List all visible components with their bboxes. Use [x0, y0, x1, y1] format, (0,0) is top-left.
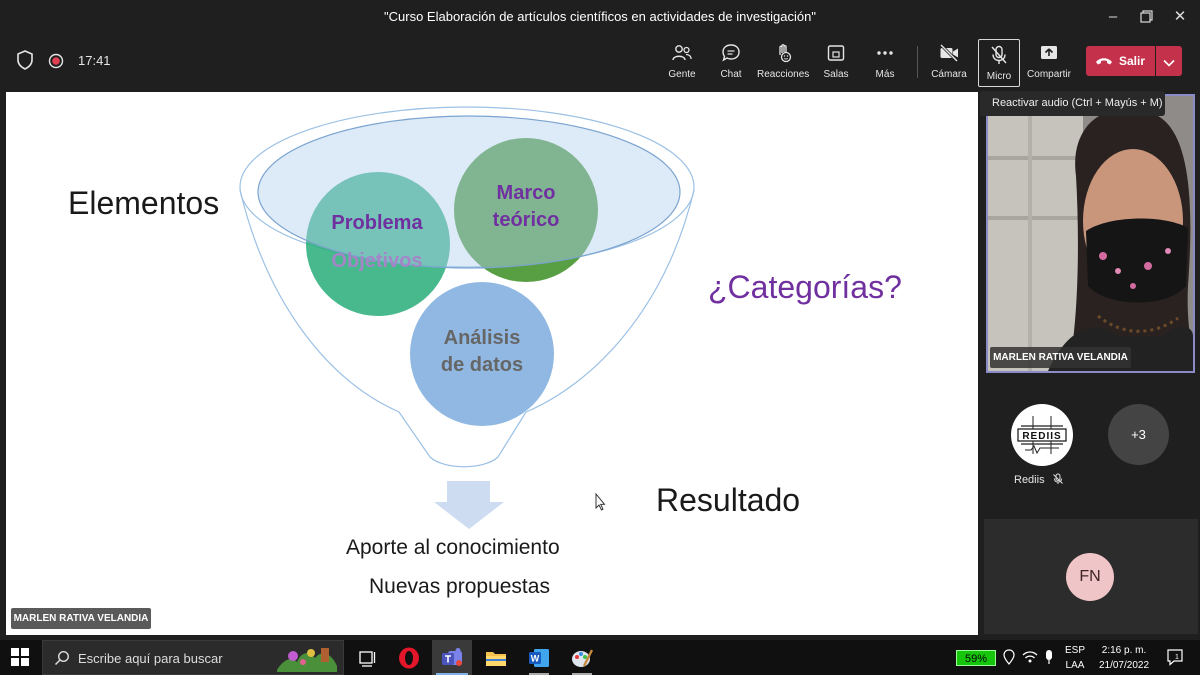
maximize-icon[interactable]: [1135, 6, 1159, 28]
language-line2: LAA: [1065, 660, 1085, 671]
search-highlight-image: [275, 644, 341, 675]
windows-start-icon[interactable]: [11, 648, 31, 668]
more-label: Más: [875, 69, 895, 80]
chat-label: Chat: [720, 69, 742, 80]
reactions-button[interactable]: Reacciones: [757, 38, 809, 84]
battery-indicator[interactable]: 59%: [956, 650, 996, 666]
rooms-button[interactable]: Salas: [820, 38, 852, 84]
notifications-icon[interactable]: 1: [1166, 648, 1186, 666]
leave-button[interactable]: Salir: [1086, 46, 1155, 76]
search-icon: [54, 650, 70, 671]
recording-icon: [48, 53, 64, 74]
participant-video[interactable]: [986, 94, 1195, 373]
people-button[interactable]: Gente: [664, 38, 700, 84]
windows-taskbar: Escribe aquí para buscar W 59% ESP LAA 2…: [0, 640, 1200, 675]
location-icon[interactable]: [1003, 649, 1017, 665]
reactions-icon: [757, 42, 809, 68]
taskbar-search-box[interactable]: Escribe aquí para buscar: [42, 640, 344, 675]
mic-off-icon: [979, 44, 1019, 70]
language-indicator[interactable]: ESP LAA: [1062, 645, 1088, 671]
window-title-bar: "Curso Elaboración de artículos científi…: [0, 0, 1200, 34]
share-button[interactable]: Compartir: [1026, 38, 1072, 84]
minimize-icon[interactable]: –: [1101, 6, 1125, 28]
more-button[interactable]: Más: [868, 38, 902, 84]
wifi-icon[interactable]: [1022, 650, 1038, 666]
search-placeholder: Escribe aquí para buscar: [78, 651, 223, 666]
leave-label: Salir: [1119, 54, 1146, 68]
reactions-label: Reacciones: [757, 69, 810, 80]
share-icon: [1026, 42, 1072, 68]
down-arrow-shape: [434, 481, 504, 529]
circle-problem-line1: Problema: [331, 212, 423, 234]
circle-analysis-line1: Análisis: [443, 327, 521, 349]
phone-hangup-icon: [1094, 53, 1114, 72]
rediis-name: Rediis: [1014, 474, 1045, 486]
chevron-down-icon: [1163, 55, 1175, 73]
taskbar-clock[interactable]: 2:16 p. m. 21/07/2022: [1094, 645, 1154, 671]
camera-button[interactable]: Cámara: [927, 38, 971, 84]
outcome-line2: Nuevas propuestas: [369, 575, 550, 598]
categories-label: ¿Categorías?: [708, 269, 902, 305]
circle-problem-line2: Objetivos: [331, 250, 423, 272]
cursor-icon: [595, 492, 606, 511]
circle-framework-line1: Marco: [496, 182, 556, 204]
opera-browser-icon[interactable]: [397, 646, 421, 670]
elements-label: Elementos: [68, 185, 220, 221]
svg-text:W: W: [531, 654, 540, 664]
chat-button[interactable]: Chat: [714, 38, 748, 84]
clock-time: 2:16 p. m.: [1101, 645, 1147, 656]
svg-text:1: 1: [1175, 654, 1179, 661]
teams-icon: [440, 646, 464, 675]
teams-taskbar-button[interactable]: [432, 640, 472, 675]
task-view-icon[interactable]: [356, 646, 380, 670]
people-label: Gente: [668, 69, 696, 80]
chat-icon: [714, 42, 748, 68]
rediis-avatar[interactable]: REDIIS: [1011, 404, 1073, 466]
rediis-participant: Rediis: [1014, 473, 1064, 488]
shield-icon: [16, 50, 34, 75]
meeting-toolbar: 17:41 Gente Chat Reacciones Salas Más Cá…: [0, 34, 1200, 90]
shared-slide: Elementos Problema Objetivos Marco teóri…: [6, 92, 978, 635]
clock-date: 21/07/2022: [1098, 660, 1150, 671]
outcome-line1: Aporte al conocimiento: [346, 536, 560, 559]
meeting-timer: 17:41: [78, 53, 111, 68]
rediis-logo-text: REDIIS: [1022, 431, 1061, 442]
presenter-name-tag: MARLEN RATIVA VELANDIA: [11, 608, 151, 629]
fn-avatar[interactable]: FN: [1066, 553, 1114, 601]
rooms-label: Salas: [823, 69, 849, 80]
people-icon: [664, 42, 700, 68]
circle-framework-line2: teórico: [492, 209, 560, 231]
rooms-icon: [820, 42, 852, 68]
paint-icon[interactable]: [570, 646, 594, 675]
video-frame: [988, 96, 1193, 371]
mic-label: Micro: [986, 71, 1012, 82]
video-name-tag: MARLEN RATIVA VELANDIA: [990, 347, 1131, 368]
file-explorer-icon[interactable]: [484, 646, 508, 670]
microphone-icon[interactable]: [1044, 649, 1056, 665]
share-label: Compartir: [1027, 69, 1071, 80]
word-icon[interactable]: W: [527, 646, 551, 675]
close-icon[interactable]: ✕: [1168, 6, 1192, 28]
rediis-logo: REDIIS: [1012, 405, 1072, 465]
leave-options-button[interactable]: [1156, 46, 1182, 76]
language-line1: ESP: [1064, 645, 1085, 656]
toolbar-divider: [917, 46, 918, 78]
more-participants-button[interactable]: +3: [1108, 404, 1169, 465]
camera-off-icon: [927, 42, 971, 68]
more-icon: [868, 42, 902, 68]
mic-button[interactable]: Micro: [978, 39, 1020, 87]
window-title: "Curso Elaboración de artículos científi…: [384, 9, 816, 24]
camera-label: Cámara: [931, 69, 967, 80]
mic-off-icon: [1052, 473, 1064, 488]
mic-tooltip: Reactivar audio (Ctrl + Mayús + M): [980, 91, 1165, 116]
circle-analysis-line2: de datos: [440, 354, 524, 376]
result-label: Resultado: [656, 482, 801, 518]
